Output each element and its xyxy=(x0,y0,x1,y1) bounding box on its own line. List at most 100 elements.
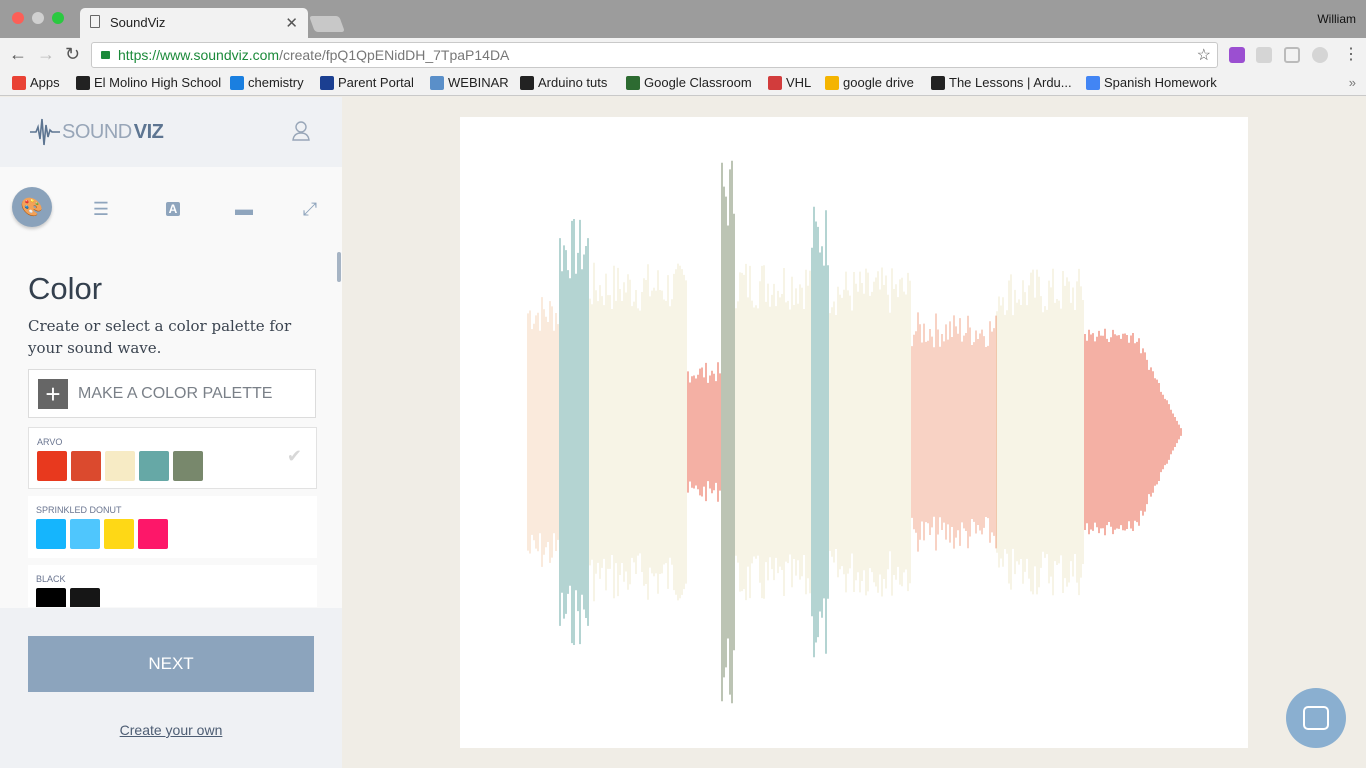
reload-icon[interactable]: ↻ xyxy=(65,44,80,65)
bookmark-icon xyxy=(825,75,839,90)
sidebar: SOUND VIZ 🎨 ☰ A ▬ ⤢ Color Create or selec… xyxy=(0,97,342,768)
palette-name: SPRINKLED DONUT xyxy=(36,505,122,515)
bookmark-label: WEBINAR xyxy=(448,75,509,90)
next-button[interactable]: NEXT xyxy=(28,636,314,692)
bookmark-label: Apps xyxy=(30,75,60,90)
extension-icon[interactable] xyxy=(1229,47,1245,63)
user-icon[interactable] xyxy=(292,121,310,141)
sidebar-footer: NEXT Create your own xyxy=(0,608,342,768)
color-swatch xyxy=(70,519,100,549)
checkmark-icon: ✔ xyxy=(286,446,302,466)
text-icon[interactable]: A xyxy=(153,189,193,229)
bookmarks-bar: » Apps El Molino High School chemistry Pare… xyxy=(0,72,1366,96)
sound-waveform xyxy=(527,160,1182,704)
bookmark-item[interactable]: VHL xyxy=(768,75,811,90)
palette-option[interactable]: SPRINKLED DONUT xyxy=(28,496,317,558)
bookmark-label: Parent Portal xyxy=(338,75,414,90)
bookmark-icon xyxy=(626,75,640,90)
bookmark-item[interactable]: Arduino tuts xyxy=(520,75,607,90)
drive-extension-icon[interactable] xyxy=(1256,47,1272,63)
close-window-button[interactable] xyxy=(12,12,24,24)
profile-name[interactable]: William xyxy=(1317,12,1356,26)
bookmark-label: Google Classroom xyxy=(644,75,752,90)
palette-icon[interactable]: 🎨 xyxy=(12,187,52,227)
bookmark-item[interactable]: google drive xyxy=(825,75,914,90)
color-swatch xyxy=(36,519,66,549)
make-palette-label: MAKE A COLOR PALETTE xyxy=(78,384,273,402)
cast-icon[interactable] xyxy=(1284,47,1300,63)
print-icon[interactable]: ▬ xyxy=(224,189,264,229)
color-swatch xyxy=(139,451,169,481)
sidebar-header: SOUND VIZ xyxy=(0,97,342,167)
bookmark-star-icon[interactable]: ☆ xyxy=(1197,45,1211,65)
tab-title: SoundViz xyxy=(110,15,166,30)
bookmark-icon xyxy=(430,75,444,90)
bookmark-item[interactable]: WEBINAR xyxy=(430,75,509,90)
soundviz-logo[interactable]: SOUND VIZ xyxy=(30,117,164,147)
bookmark-label: Arduino tuts xyxy=(538,75,608,90)
bookmark-icon xyxy=(520,75,534,90)
lock-icon xyxy=(101,51,110,59)
bookmark-icon xyxy=(76,75,90,90)
create-your-own-link[interactable]: Create your own xyxy=(0,722,342,738)
browser-titlebar: SoundViz ✕ William xyxy=(0,0,1366,38)
bookmark-icon xyxy=(1086,75,1100,90)
browser-tab[interactable]: SoundViz ✕ xyxy=(80,8,308,38)
url-host: https://www.soundviz.com xyxy=(118,47,280,63)
bookmark-icon xyxy=(230,75,244,90)
skype-extension-icon[interactable] xyxy=(1312,47,1328,63)
chat-icon xyxy=(1303,706,1329,730)
plus-icon: + xyxy=(38,378,68,409)
forward-icon[interactable]: → xyxy=(37,44,55,65)
expand-icon[interactable]: ⤢ xyxy=(290,189,330,229)
palette-list: ARVO ✔ SPRINKLED DONUT BLACK xyxy=(28,427,317,607)
bookmark-item[interactable]: Apps xyxy=(12,75,60,90)
color-swatch xyxy=(71,451,101,481)
url-path: /create/fpQ1QpENidDH_7TpaP14DA xyxy=(279,47,510,63)
bookmark-icon xyxy=(320,75,334,90)
bookmark-label: El Molino High School xyxy=(94,75,222,90)
document-icon xyxy=(90,15,100,28)
color-swatch xyxy=(36,588,66,607)
bookmark-label: chemistry xyxy=(248,75,304,90)
bookmark-label: The Lessons | Ardu... xyxy=(949,75,1072,90)
section-description: Create or select a color palette for you… xyxy=(28,317,292,357)
palette-name: ARVO xyxy=(37,437,63,447)
bookmark-label: google drive xyxy=(843,75,914,90)
palette-option[interactable]: ARVO ✔ xyxy=(28,427,317,489)
bookmark-icon xyxy=(931,75,945,90)
bookmark-icon xyxy=(12,75,26,90)
color-swatch xyxy=(138,519,168,549)
waveform-logo-icon xyxy=(30,118,60,146)
back-icon[interactable]: ← xyxy=(9,44,27,65)
address-bar[interactable]: https://www.soundviz.com/create/fpQ1QpEN… xyxy=(91,42,1218,68)
bookmark-item[interactable]: El Molino High School xyxy=(76,75,221,90)
sliders-icon[interactable]: ☰ xyxy=(81,189,121,229)
close-tab-icon[interactable]: ✕ xyxy=(285,14,298,32)
palette-name: BLACK xyxy=(36,574,66,584)
bookmark-item[interactable]: The Lessons | Ardu... xyxy=(931,75,1072,90)
scrollbar[interactable] xyxy=(337,252,341,282)
bookmark-item[interactable]: Google Classroom xyxy=(626,75,752,90)
menu-icon[interactable]: ⋮ xyxy=(1343,44,1359,64)
palette-option[interactable]: BLACK xyxy=(28,565,317,607)
bookmark-label: VHL xyxy=(786,75,812,90)
new-tab-button[interactable] xyxy=(309,16,345,32)
minimize-window-button[interactable] xyxy=(32,12,44,24)
bookmark-item[interactable]: Spanish Homework xyxy=(1086,75,1217,90)
maximize-window-button[interactable] xyxy=(52,12,64,24)
make-color-palette-button[interactable]: + MAKE A COLOR PALETTE xyxy=(28,369,316,418)
section-title: Color xyxy=(28,271,103,306)
logo-text-bold: VIZ xyxy=(133,120,164,143)
bookmark-icon xyxy=(768,75,782,90)
color-swatch xyxy=(37,451,67,481)
bookmark-item[interactable]: Parent Portal xyxy=(320,75,414,90)
bookmark-item[interactable]: chemistry xyxy=(230,75,304,90)
color-swatch xyxy=(104,519,134,549)
browser-toolbar: ← → ↻ https://www.soundviz.com/create/fp… xyxy=(0,38,1366,72)
chat-button[interactable] xyxy=(1286,688,1346,748)
more-bookmarks-button[interactable]: » xyxy=(1349,75,1356,90)
bookmark-label: Spanish Homework xyxy=(1104,75,1217,90)
color-swatch xyxy=(173,451,203,481)
logo-text-light: SOUND xyxy=(62,120,132,143)
